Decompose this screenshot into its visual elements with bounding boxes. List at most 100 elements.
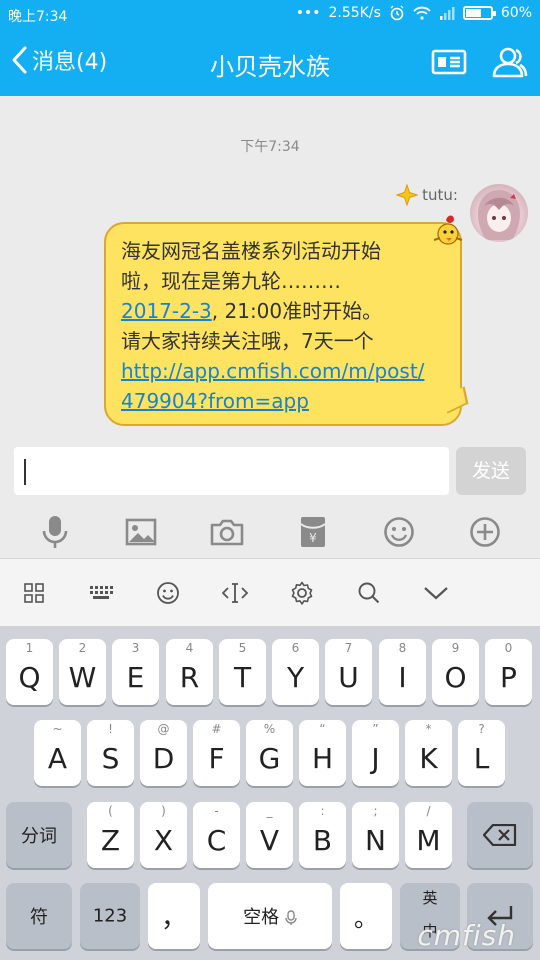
url-link-line-1[interactable]: http://app.cmfish.com/m/post/ — [121, 356, 446, 386]
key-f-sub: # — [211, 722, 222, 736]
key-m[interactable]: / M — [405, 802, 452, 868]
keyboard-icon[interactable] — [67, 584, 134, 602]
alarm-icon — [390, 5, 404, 21]
key-h-sub: “ — [319, 722, 326, 736]
microphone-icon[interactable] — [35, 512, 75, 552]
key-h[interactable]: “H — [299, 720, 346, 786]
url-link-line-2[interactable]: 479904?from=app — [121, 386, 446, 416]
key-o-label: O — [444, 661, 467, 694]
number-key[interactable]: 123 — [80, 883, 140, 949]
key-r[interactable]: 4R — [166, 639, 213, 705]
signal-icon — [439, 7, 455, 20]
key-d-label: D — [152, 742, 175, 775]
message-bubble[interactable]: 海友网冠名盖楼系列活动开始 啦，现在是第九轮……… 2017-2-3, 21:0… — [104, 222, 462, 426]
key-c-label: C — [206, 824, 227, 857]
key-k-label: K — [419, 742, 438, 775]
key-s-label: S — [101, 742, 120, 775]
avatar[interactable] — [470, 184, 528, 242]
key-a[interactable]: ~ A — [34, 720, 81, 786]
plus-icon[interactable] — [465, 512, 505, 552]
key-f[interactable]: # F — [193, 720, 240, 786]
key-s-sub: ! — [108, 722, 113, 736]
key-o-sub: 9 — [451, 641, 460, 655]
key-d-sub: @ — [157, 722, 170, 736]
key-x-label: X — [153, 824, 174, 857]
space-text: 空格 — [243, 907, 280, 928]
grid-icon[interactable] — [0, 582, 67, 603]
comma-key[interactable]: ， — [148, 883, 200, 949]
watermark: cmfish — [417, 919, 516, 952]
key-p-label: P — [500, 661, 517, 694]
key-v-label: V — [259, 824, 280, 857]
key-l-sub: ? — [478, 722, 485, 736]
symbol-key[interactable]: 符 — [6, 883, 72, 949]
keyboard-toolbar — [0, 558, 540, 626]
chat-area[interactable]: 下午7:34 tutu: 海友网冠名盖楼系列活动开始 啦，现在是第九轮……… 2… — [0, 96, 540, 436]
status-dots: ••• — [295, 5, 321, 21]
date-link[interactable]: 2017-2-3 — [121, 299, 212, 323]
key-e[interactable]: 3E — [112, 639, 159, 705]
cursor-icon[interactable] — [201, 582, 268, 604]
key-j[interactable]: ” J — [352, 720, 399, 786]
key-c[interactable]: -C — [193, 802, 240, 868]
key-u[interactable]: 7U — [325, 639, 372, 705]
backspace-icon — [483, 824, 517, 846]
period-key[interactable]: 。 — [340, 883, 392, 949]
image-icon[interactable] — [121, 512, 161, 552]
key-i-sub: 8 — [398, 641, 407, 655]
key-g[interactable]: % G — [246, 720, 293, 786]
keyboard-emoji-icon[interactable] — [134, 581, 201, 605]
camera-icon[interactable] — [207, 512, 247, 552]
fenci-key[interactable]: 分词 — [6, 802, 72, 868]
settings-icon[interactable] — [268, 581, 335, 605]
key-n[interactable]: ; N — [352, 802, 399, 868]
space-key[interactable]: 空格 — [208, 883, 332, 949]
key-b[interactable]: :B — [299, 802, 346, 868]
red-packet-icon[interactable]: ¥ — [293, 512, 333, 552]
key-e-label: E — [126, 661, 145, 694]
key-g-label: G — [258, 742, 281, 775]
title-bar: 消息(4) 小贝壳水族 — [0, 30, 540, 96]
key-u-sub: 7 — [344, 641, 353, 655]
sender-name: tutu: — [422, 186, 458, 204]
emoji-icon[interactable] — [379, 512, 419, 552]
profile-card-icon[interactable] — [431, 44, 467, 80]
search-icon[interactable] — [335, 581, 402, 605]
key-b-label: B — [312, 824, 333, 857]
key-y[interactable]: 6Y — [272, 639, 319, 705]
space-label: 空格 — [208, 903, 332, 929]
key-m-label: M — [416, 824, 441, 857]
key-d[interactable]: @ D — [140, 720, 187, 786]
symbol-label: 符 — [30, 907, 48, 928]
key-a-sub: ~ — [52, 722, 63, 736]
message-input[interactable] — [14, 447, 449, 495]
key-u-label: U — [338, 661, 359, 694]
key-k[interactable]: * K — [405, 720, 452, 786]
sender-label: tutu: — [396, 184, 458, 206]
key-o[interactable]: 9O — [432, 639, 479, 705]
key-w[interactable]: 2W — [59, 639, 106, 705]
key-p[interactable]: 0P — [485, 639, 532, 705]
comma-label: ， — [160, 903, 187, 934]
message-line-1: 海友网冠名盖楼系列活动开始 — [121, 239, 381, 263]
mic-small-icon — [285, 910, 297, 925]
key-i[interactable]: 8I — [379, 639, 426, 705]
key-q[interactable]: 1Q — [6, 639, 53, 705]
key-t[interactable]: 5T — [219, 639, 266, 705]
key-k-sub: * — [425, 722, 432, 736]
key-r-sub: 4 — [185, 641, 194, 655]
key-l[interactable]: ? L — [458, 720, 505, 786]
key-x[interactable]: ) X — [140, 802, 187, 868]
avatar-image — [478, 190, 520, 240]
key-r-label: R — [179, 661, 200, 694]
message-line-2: 啦，现在是第九轮……… — [121, 269, 341, 293]
group-members-icon[interactable] — [490, 44, 530, 80]
key-v[interactable]: _ V — [246, 802, 293, 868]
key-n-label: N — [365, 824, 386, 857]
key-v-sub: _ — [266, 804, 273, 818]
key-s[interactable]: ! S — [87, 720, 134, 786]
send-button[interactable]: 发送 — [456, 447, 526, 495]
collapse-icon[interactable] — [402, 585, 469, 601]
key-z[interactable]: (Z — [87, 802, 134, 868]
backspace-key[interactable] — [467, 802, 533, 868]
